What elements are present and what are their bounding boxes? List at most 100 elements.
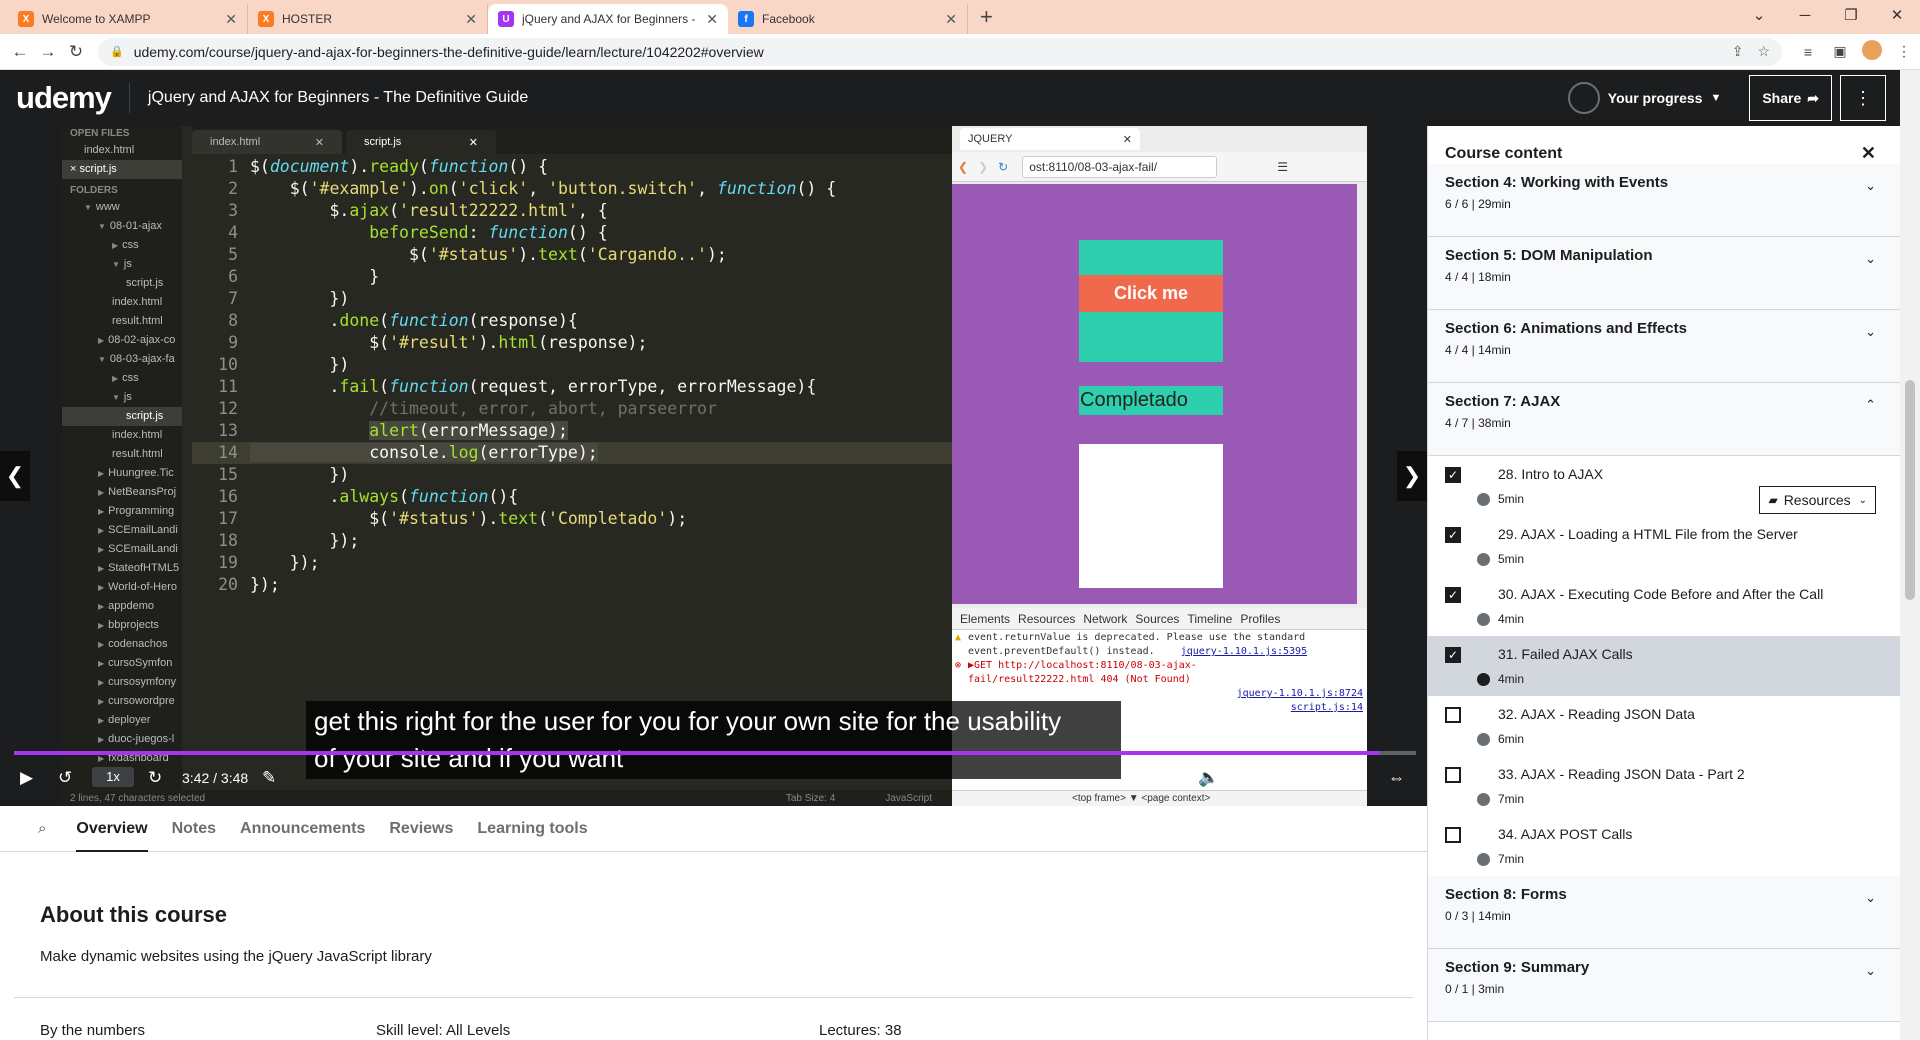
code-line: 6 } [192, 266, 952, 288]
lecture-checkbox[interactable]: ✓ [1445, 587, 1461, 603]
file-tree-item: ▶ css [62, 369, 182, 388]
previous-lecture-arrow[interactable]: ❮ [0, 451, 30, 501]
lecture-checkbox[interactable]: ✓ [1445, 467, 1461, 483]
lecture-item[interactable]: ✓ 29. AJAX - Loading a HTML File from the… [1428, 516, 1900, 576]
playback-speed[interactable]: 1x [92, 767, 134, 787]
side-panel-icon[interactable]: ▣ [1824, 43, 1856, 60]
video-player[interactable]: OPEN FILES index.html × script.js FOLDERS… [0, 126, 1427, 806]
code-line: 10 }) [192, 354, 952, 376]
section-header[interactable]: Section 4: Working with Events 6 / 6 | 29… [1428, 164, 1900, 237]
section-header[interactable]: Section 8: Forms 0 / 3 | 14min ⌄ [1428, 876, 1900, 949]
resources-button[interactable]: ▰ Resources ⌄ [1759, 486, 1876, 514]
close-icon: ✕ [1122, 133, 1132, 146]
course-title[interactable]: jQuery and AJAX for Beginners - The Defi… [148, 89, 1568, 107]
section-meta: 4 / 4 | 14min [1445, 343, 1511, 357]
settings-gear-icon[interactable]: ⚙ [1312, 768, 1327, 788]
warn-line-1: event.returnValue is deprecated. Please … [968, 632, 1306, 643]
section-title: Section 8: Forms [1445, 886, 1567, 903]
play-circle-icon [1477, 492, 1490, 506]
lecture-duration: 5min [1477, 552, 1524, 566]
media-control-icon[interactable]: ≡ [1792, 44, 1824, 60]
lecture-item[interactable]: 34. AJAX POST Calls 7min [1428, 816, 1900, 876]
browser-tab[interactable]: X HOSTER ✕ [248, 4, 488, 34]
result-box [1079, 444, 1223, 588]
devtools-tab: Timeline [1187, 611, 1233, 626]
expand-icon[interactable]: ⇔ [1388, 768, 1405, 788]
file-tree-label: appdemo [108, 600, 155, 612]
lecture-checkbox[interactable] [1445, 767, 1461, 783]
section-header[interactable]: Section 7: AJAX 4 / 7 | 38min ⌃ [1428, 383, 1900, 456]
tab-favicon: X [258, 11, 274, 27]
lecture-title: 28. Intro to AJAX [1498, 466, 1604, 482]
lecture-checkbox[interactable] [1445, 827, 1461, 843]
play-icon[interactable]: ▶ [20, 768, 33, 788]
lecture-item[interactable]: ✓ 28. Intro to AJAX 5min ▰ Resources ⌄ [1428, 456, 1900, 516]
browser-tab[interactable]: UjQuery and AJAX for Beginners - ✕ [488, 4, 728, 34]
tab-overview[interactable]: Overview [76, 806, 148, 852]
tab-announcements[interactable]: Announcements [240, 806, 365, 852]
section-meta: 4 / 7 | 38min [1445, 416, 1511, 430]
page-scrollbar[interactable] [1900, 70, 1920, 1040]
close-tab-icon[interactable]: ✕ [945, 11, 957, 28]
about-title: About this course [40, 902, 228, 927]
section-header[interactable]: Section 5: DOM Manipulation 4 / 4 | 18min… [1428, 237, 1900, 310]
preview-tab: JQUERY ✕ [960, 128, 1140, 150]
maximize-button[interactable]: ❐ [1828, 6, 1874, 24]
add-note-icon[interactable]: ✎ [262, 768, 276, 788]
close-icon[interactable]: ✕ [1861, 143, 1876, 164]
tab-reviews[interactable]: Reviews [389, 806, 453, 852]
section-meta: 0 / 3 | 14min [1445, 909, 1511, 923]
close-tab-icon[interactable]: ✕ [706, 11, 718, 28]
next-lecture-arrow[interactable]: ❯ [1397, 451, 1427, 501]
close-window-button[interactable]: ✕ [1874, 6, 1920, 24]
tab-learning-tools[interactable]: Learning tools [477, 806, 587, 852]
scrollbar-thumb[interactable] [1905, 380, 1915, 600]
lecture-checkbox[interactable]: ✓ [1445, 647, 1461, 663]
video-controls: ▶ ↺ 1x ↻ 3:42 / 3:48 ✎ 🔈 ▤ ㏄ ⚙ ⤢ ⇔ [0, 754, 1427, 806]
share-page-icon[interactable]: ⇪ [1732, 43, 1744, 60]
browser-tab[interactable]: f Facebook ✕ [728, 4, 968, 34]
lecture-item[interactable]: ✓ 30. AJAX - Executing Code Before and Af… [1428, 576, 1900, 636]
fullscreen-icon[interactable]: ⤢ [1350, 768, 1364, 788]
url-omnibox[interactable]: 🔒 udemy.com/course/jquery-and-ajax-for-b… [98, 37, 1782, 66]
close-tab-icon[interactable]: ✕ [465, 11, 477, 28]
forward-icon[interactable]: → [34, 42, 62, 62]
browser-tab[interactable]: X Welcome to XAMPP ✕ [8, 4, 248, 34]
new-tab-icon[interactable]: + [980, 4, 993, 30]
tab-notes[interactable]: Notes [172, 806, 216, 852]
udemy-logo[interactable]: udemy [16, 80, 112, 116]
section-header[interactable]: Section 9: Summary 0 / 1 | 3min ⌄ [1428, 949, 1900, 1022]
code-text: $(document).ready(function() { [250, 157, 549, 176]
line-number: 19 [218, 553, 238, 572]
file-tree-label: result.html [112, 315, 163, 327]
progress-dropdown[interactable]: Your progress ▼ [1567, 82, 1721, 114]
lecture-item[interactable]: 32. AJAX - Reading JSON Data 6min [1428, 696, 1900, 756]
share-button[interactable]: Share ➦ [1749, 75, 1832, 121]
forward-5-icon[interactable]: ↻ [148, 768, 162, 788]
reload-icon[interactable]: ↻ [62, 42, 90, 62]
captions-icon[interactable]: ㏄ [1274, 768, 1291, 793]
section-meta: 4 / 4 | 18min [1445, 270, 1511, 284]
close-tab-icon[interactable]: ✕ [225, 11, 237, 28]
code-text: }); [250, 531, 360, 550]
section-header[interactable]: Section 6: Animations and Effects 4 / 4 |… [1428, 310, 1900, 383]
volume-icon[interactable]: 🔈 [1198, 768, 1219, 788]
profile-avatar[interactable] [1856, 40, 1888, 63]
lecture-item[interactable]: ✓ 31. Failed AJAX Calls 4min [1428, 636, 1900, 696]
code-text: .done(function(response){ [250, 311, 578, 330]
lock-icon[interactable]: 🔒 [110, 45, 124, 58]
tab-search-icon[interactable]: ⌄ [1736, 6, 1782, 24]
chrome-menu-icon[interactable]: ⋮ [1888, 43, 1920, 60]
rewind-5-icon[interactable]: ↺ [58, 768, 72, 788]
minimize-button[interactable]: ─ [1782, 7, 1828, 24]
bookmark-star-icon[interactable]: ☆ [1757, 43, 1770, 60]
file-tree-item: ▶ css [62, 236, 182, 255]
more-options-button[interactable]: ⋮ [1840, 75, 1886, 121]
lecture-checkbox[interactable]: ✓ [1445, 527, 1461, 543]
devtools-tab: Network [1083, 611, 1128, 626]
transcript-icon[interactable]: ▤ [1236, 768, 1252, 788]
back-icon[interactable]: ← [6, 42, 34, 62]
lecture-item[interactable]: 33. AJAX - Reading JSON Data - Part 2 7mi… [1428, 756, 1900, 816]
lecture-checkbox[interactable] [1445, 707, 1461, 723]
search-icon[interactable]: ⌕ [38, 820, 46, 837]
